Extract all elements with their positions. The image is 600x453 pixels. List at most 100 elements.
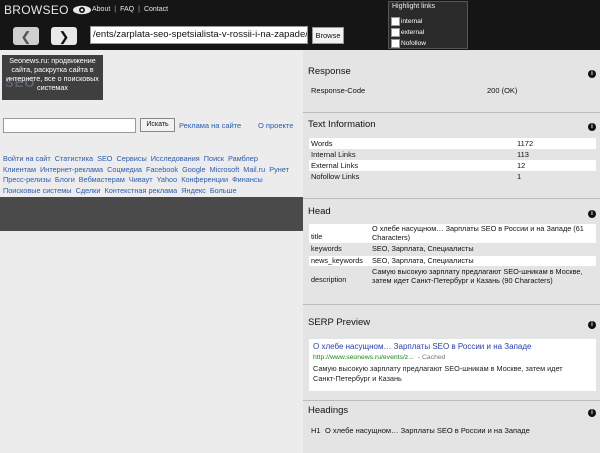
nofollow-checkbox[interactable] — [391, 39, 400, 48]
highlight-internal-option[interactable]: internal — [391, 17, 422, 26]
site-link[interactable]: Поисковые системы — [3, 186, 72, 195]
headings-title: Headings — [308, 405, 349, 416]
serp-title: SERP Preview — [308, 317, 371, 328]
eye-icon — [72, 5, 91, 15]
info-icon[interactable]: i — [588, 210, 596, 218]
site-link[interactable]: Yahoo — [157, 175, 178, 184]
browse-button[interactable]: Browse — [312, 27, 344, 44]
dark-content-area — [0, 197, 303, 231]
site-link[interactable]: Больше — [210, 186, 237, 195]
info-icon[interactable]: i — [588, 321, 596, 329]
keywords-label: keywords — [311, 244, 342, 253]
site-link[interactable]: Контекстная реклама — [104, 186, 177, 195]
internal-label: internal — [401, 18, 423, 25]
response-code-value: 200 (OK) — [485, 85, 596, 96]
keywords-value: SEO, Зарплата, Специалисты — [372, 244, 474, 253]
nav-about[interactable]: About — [92, 6, 110, 13]
logo[interactable]: BROWSEO — [4, 3, 92, 17]
response-table: Response-Code 200 (OK) — [309, 85, 596, 96]
nav-faq[interactable]: FAQ — [120, 6, 134, 13]
site-link[interactable]: Исследования — [151, 154, 200, 163]
nav-separator: | — [114, 6, 117, 13]
site-search-input[interactable] — [3, 118, 136, 133]
arrow-right-icon: ❯ — [58, 28, 70, 44]
seo-panel: Response i Response-Code 200 (OK) Text I… — [303, 50, 600, 453]
site-link[interactable]: Вебмастерам — [79, 175, 125, 184]
info-icon[interactable]: i — [588, 409, 596, 417]
site-link[interactable]: SEO — [97, 154, 112, 163]
internal-checkbox[interactable] — [391, 17, 400, 26]
head-table: title О хлебе насущном… Зарплаты SEO в Р… — [309, 224, 596, 286]
headings-table: H1 О хлебе насущном… Зарплаты SEO в Росс… — [309, 425, 596, 436]
site-link[interactable]: Клиентам — [3, 165, 36, 174]
table-row: H1 О хлебе насущном… Зарплаты SEO в Росс… — [309, 425, 596, 436]
serp-result-title[interactable]: О хлебе насущном… Зарплаты SEO в России … — [313, 342, 531, 351]
table-row: description Самую высокую зарплату предл… — [309, 267, 596, 286]
site-link[interactable]: Чиваут — [129, 175, 153, 184]
words-value: 1172 — [515, 138, 596, 149]
nofollow-label: Nofollow — [401, 40, 426, 47]
nav-contact[interactable]: Contact — [144, 6, 168, 13]
serp-cached-link[interactable]: - Cached — [418, 354, 446, 361]
site-link[interactable]: Интернет-реклама — [40, 165, 103, 174]
arrow-left-icon: ❮ — [20, 28, 32, 44]
site-link[interactable]: Рунет — [269, 165, 289, 174]
divider — [303, 198, 600, 199]
divider — [303, 400, 600, 401]
table-row: Nofollow Links 1 — [309, 171, 596, 182]
site-link[interactable]: Сервисы — [117, 154, 147, 163]
head-title-label: title — [311, 232, 323, 241]
table-row: news_keywords SEO, Зарплата, Специалисты — [309, 255, 596, 266]
site-link[interactable]: Facebook — [146, 165, 178, 174]
head-title: Head — [308, 206, 331, 217]
divider — [303, 112, 600, 113]
external-label: external — [401, 29, 425, 36]
head-title-value: О хлебе насущном… Зарплаты SEO в России … — [372, 224, 584, 242]
site-link[interactable]: Рамблер — [228, 154, 258, 163]
news-keywords-value: SEO, Зарплата, Специалисты — [372, 255, 474, 265]
heading-text: О хлебе насущном… Зарплаты SEO в России … — [323, 425, 596, 436]
serp-result: О хлебе насущном… Зарплаты SEO в России … — [309, 339, 596, 391]
heading-level-label: H1 — [309, 425, 323, 436]
divider — [303, 304, 600, 305]
site-link[interactable]: Статистика — [55, 154, 93, 163]
ad-link[interactable]: Реклама на сайте — [179, 121, 241, 130]
site-link[interactable]: Финансы — [232, 175, 263, 184]
site-link[interactable]: Microsoft — [210, 165, 240, 174]
external-links-value: 12 — [515, 160, 596, 171]
table-row: Internal Links 113 — [309, 149, 596, 160]
site-link[interactable]: Поиск — [204, 154, 224, 163]
site-link[interactable]: Соцмедиа — [107, 165, 142, 174]
external-checkbox[interactable] — [391, 28, 400, 37]
url-input[interactable]: /ents/zarplata-seo-spetsialista-v-rossii… — [90, 26, 308, 44]
table-row: keywords SEO, Зарплата, Специалисты — [309, 244, 596, 255]
words-label: Words — [309, 138, 515, 149]
highlight-nofollow-option[interactable]: Nofollow — [391, 39, 426, 48]
site-link[interactable]: Конференции — [181, 175, 228, 184]
table-row: External Links 12 — [309, 160, 596, 171]
news-keywords-label: news_keywords — [311, 255, 363, 265]
text-info-table: Words 1172 Internal Links 113 External L… — [309, 138, 596, 182]
table-row: Words 1172 — [309, 138, 596, 149]
about-project-link[interactable]: О проекте — [258, 121, 293, 130]
site-link[interactable]: Пресс-релизы — [3, 175, 51, 184]
highlight-external-option[interactable]: external — [391, 28, 424, 37]
site-link[interactable]: Сделки — [76, 186, 101, 195]
info-icon[interactable]: i — [588, 123, 596, 131]
forward-button[interactable]: ❯ — [51, 27, 77, 45]
nav-separator: | — [138, 6, 140, 13]
top-bar: BROWSEO About | FAQ | Contact Highlight … — [0, 0, 600, 50]
page-preview: SEO Seonews.ru: продвижение сайта, раскр… — [0, 50, 303, 453]
top-nav: About | FAQ | Contact — [92, 6, 168, 13]
site-link[interactable]: Mail.ru — [243, 165, 265, 174]
site-link[interactable]: Блоги — [55, 175, 75, 184]
site-link[interactable]: Google — [182, 165, 206, 174]
site-search-button[interactable]: Искать — [140, 118, 175, 132]
description-value: Самую высокую зарплату предлагают SEO-шн… — [372, 267, 583, 285]
banner-alt-text: Seonews.ru: продвижение сайта, раскрутка… — [6, 56, 99, 92]
site-link[interactable]: Яндекс — [181, 186, 206, 195]
site-link[interactable]: Войти на сайт — [3, 154, 51, 163]
back-button[interactable]: ❮ — [13, 27, 39, 45]
info-icon[interactable]: i — [588, 70, 596, 78]
site-banner[interactable]: SEO Seonews.ru: продвижение сайта, раскр… — [2, 55, 103, 100]
